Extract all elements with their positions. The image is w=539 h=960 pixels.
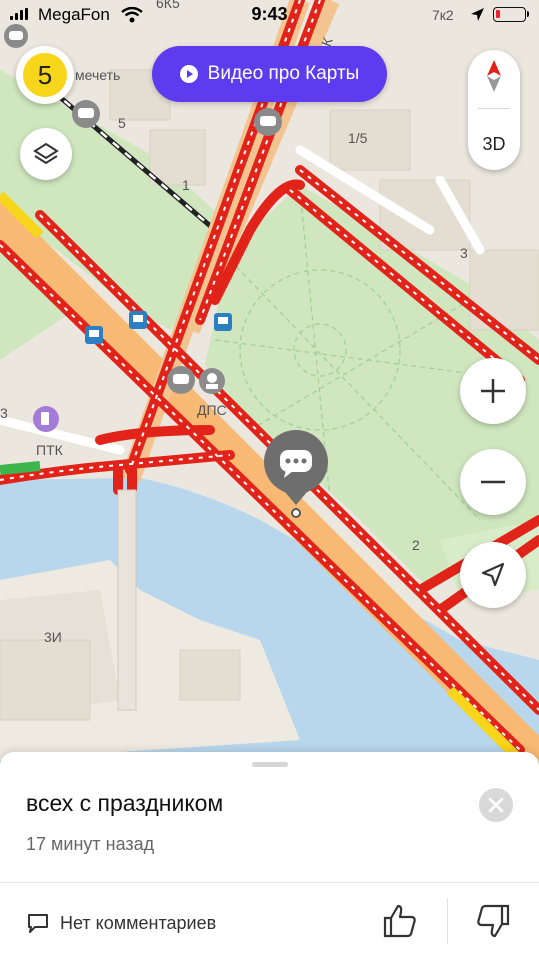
zoom-out-button[interactable] [460, 449, 526, 515]
dislike-button[interactable] [473, 901, 513, 941]
thumbs-up-icon [383, 904, 416, 938]
layers-icon [33, 142, 59, 165]
traffic-level-button[interactable]: 5 [16, 46, 74, 104]
card-divider [0, 882, 539, 883]
clock: 9:43 [251, 4, 288, 24]
status-bar: MegaFon 9:43 [0, 0, 539, 30]
compass-separator [478, 108, 510, 109]
poi-label: ПТК [36, 442, 64, 458]
layers-button[interactable] [20, 128, 72, 180]
vote-separator [447, 898, 448, 944]
house-label: 2 [412, 537, 420, 553]
video-about-maps-button[interactable]: Видео про Карты [152, 46, 387, 102]
comments-button[interactable]: Нет комментариев [26, 908, 216, 938]
bus-stop-icon[interactable] [85, 326, 103, 344]
battery-icon [493, 7, 526, 22]
video-about-maps-label: Видео про Карты [207, 63, 360, 84]
house-label: 1 [182, 177, 190, 193]
thumbs-down-icon [477, 904, 510, 938]
chat-marker-icon[interactable] [254, 108, 282, 136]
house-label: 1/5 [348, 130, 368, 146]
traffic-level-value: 5 [23, 53, 67, 97]
house-label: 3 [0, 405, 8, 421]
play-icon [179, 65, 198, 83]
comment-icon [28, 914, 48, 933]
house-label: 3И [44, 629, 62, 645]
event-time-ago: 17 минут назад [26, 834, 155, 854]
view-3d-button[interactable]: 3D [468, 134, 520, 155]
minus-icon [481, 480, 505, 484]
zoom-in-button[interactable] [460, 358, 526, 424]
poi-label: ДПС [197, 402, 227, 418]
navigation-arrow-icon [481, 562, 505, 587]
event-card[interactable]: всех с праздником 17 минут назад Нет ком… [0, 752, 539, 960]
chat-marker-icon[interactable] [72, 100, 100, 128]
compass-3d-panel: 3D [468, 50, 520, 170]
event-message: всех с праздником [26, 790, 224, 816]
poi-label: мечеть [75, 67, 120, 83]
plus-icon [481, 379, 505, 403]
compass-icon[interactable] [484, 58, 504, 94]
house-label: 5 [118, 115, 126, 131]
location-arrow-icon [471, 8, 484, 21]
bus-stop-icon[interactable] [129, 311, 147, 329]
house-label: 3 [460, 245, 468, 261]
chat-marker-icon[interactable] [167, 366, 195, 394]
fuel-station-icon[interactable] [33, 406, 59, 432]
close-button[interactable] [479, 788, 513, 822]
comments-label: Нет комментариев [60, 912, 217, 933]
sheet-handle[interactable] [252, 762, 288, 767]
like-button[interactable] [380, 901, 420, 941]
bus-stop-icon[interactable] [214, 313, 232, 331]
close-icon [488, 797, 504, 813]
my-location-button[interactable] [460, 542, 526, 608]
police-icon[interactable] [199, 368, 225, 394]
